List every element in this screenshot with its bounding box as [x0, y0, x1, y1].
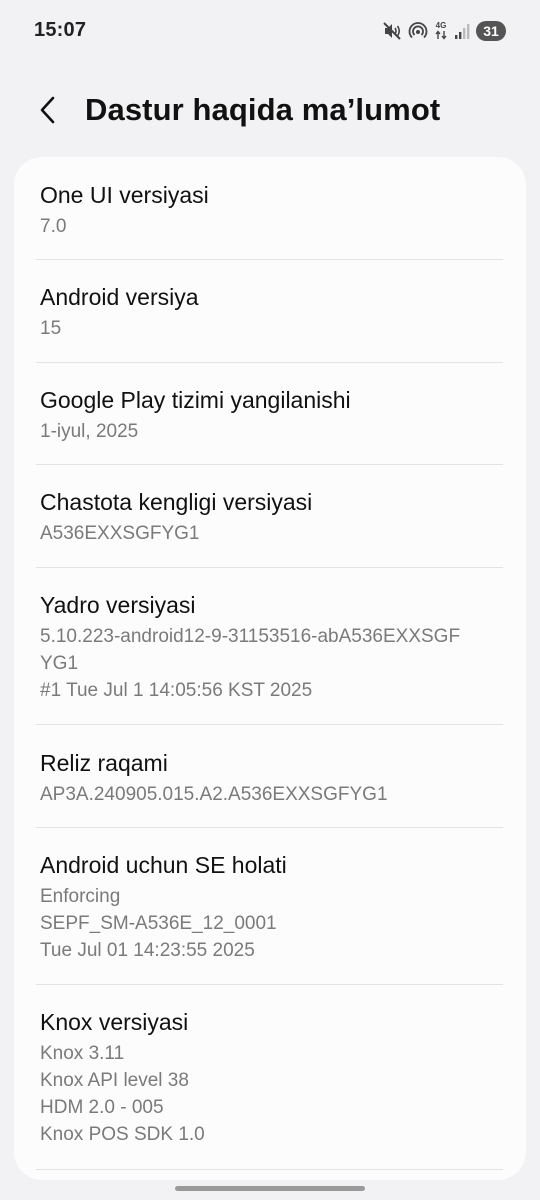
item-value: Tue Jul 01 14:23:55 2025 — [40, 940, 255, 961]
item-value: AP3A.240905.015.A2.A536EXXSGFYG1 — [40, 784, 388, 805]
list-item-kernel-version[interactable]: Yadro versiyasi 5.10.223-android12-9-311… — [40, 590, 502, 704]
list-item-build-number[interactable]: Reliz raqami AP3A.240905.015.A2.A536EXXS… — [40, 748, 502, 808]
item-value: YG1 — [40, 653, 79, 674]
status-bar: 15:07 4G 31 — [0, 0, 540, 60]
signal-icon — [454, 22, 470, 40]
list-item-se-status[interactable]: Android uchun SE holati Enforcing SEPF_S… — [40, 850, 502, 964]
divider — [36, 1169, 503, 1170]
divider — [36, 464, 503, 465]
item-title: Google Play tizimi yangilanishi — [40, 387, 351, 413]
status-time: 15:07 — [34, 19, 87, 41]
item-title: Yadro versiyasi — [40, 592, 196, 618]
mobile-data-icon: 4G — [434, 22, 448, 40]
item-value: SEPF_SM-A536E_12_0001 — [40, 913, 277, 934]
info-card: One UI versiyasi 7.0 Android versiya 15 … — [14, 157, 526, 1180]
list-item-knox-version[interactable]: Knox versiyasi Knox 3.11 Knox API level … — [40, 1007, 502, 1148]
item-value: HDM 2.0 - 005 — [40, 1097, 164, 1118]
battery-icon: 31 — [476, 21, 506, 41]
item-value: 5.10.223-android12-9-31153516-abA536EXXS… — [40, 626, 461, 647]
network-type-label: 4G — [435, 21, 447, 30]
divider — [36, 724, 503, 725]
item-title: Chastota kengligi versiyasi — [40, 489, 313, 515]
item-title: Knox versiyasi — [40, 1009, 189, 1035]
list-item-android-version[interactable]: Android versiya 15 — [40, 282, 502, 342]
battery-level: 31 — [483, 23, 499, 39]
item-value: Knox POS SDK 1.0 — [40, 1124, 205, 1145]
item-value: Knox API level 38 — [40, 1070, 189, 1091]
gesture-navigation-bar[interactable] — [175, 1186, 365, 1191]
item-value: 15 — [40, 318, 62, 339]
list-item-one-ui-version[interactable]: One UI versiyasi 7.0 — [40, 180, 502, 240]
status-icons: 4G 31 — [382, 19, 506, 43]
item-title: One UI versiyasi — [40, 182, 209, 208]
mute-vibrate-icon — [382, 21, 402, 41]
app-header: Dastur haqida ma’lumot — [0, 84, 540, 140]
item-value: 1-iyul, 2025 — [40, 421, 139, 442]
item-value: 7.0 — [40, 216, 67, 237]
divider — [36, 827, 503, 828]
item-title: Android versiya — [40, 284, 199, 310]
list-item-google-play-system-update[interactable]: Google Play tizimi yangilanishi 1-iyul, … — [40, 385, 502, 445]
divider — [36, 259, 503, 260]
divider — [36, 984, 503, 985]
page-title: Dastur haqida ma’lumot — [85, 92, 441, 127]
divider — [36, 567, 503, 568]
item-value: Knox 3.11 — [40, 1043, 125, 1064]
hotspot-icon — [408, 21, 428, 41]
list-item-baseband-version[interactable]: Chastota kengligi versiyasi A536EXXSGFYG… — [40, 487, 502, 547]
divider — [36, 362, 503, 363]
item-value: Enforcing — [40, 886, 121, 907]
item-title: Android uchun SE holati — [40, 852, 287, 878]
item-title: Reliz raqami — [40, 750, 168, 776]
item-value: A536EXXSGFYG1 — [40, 523, 200, 544]
chevron-left-icon — [37, 95, 59, 130]
item-value: #1 Tue Jul 1 14:05:56 KST 2025 — [40, 680, 313, 701]
back-button[interactable] — [26, 90, 70, 134]
